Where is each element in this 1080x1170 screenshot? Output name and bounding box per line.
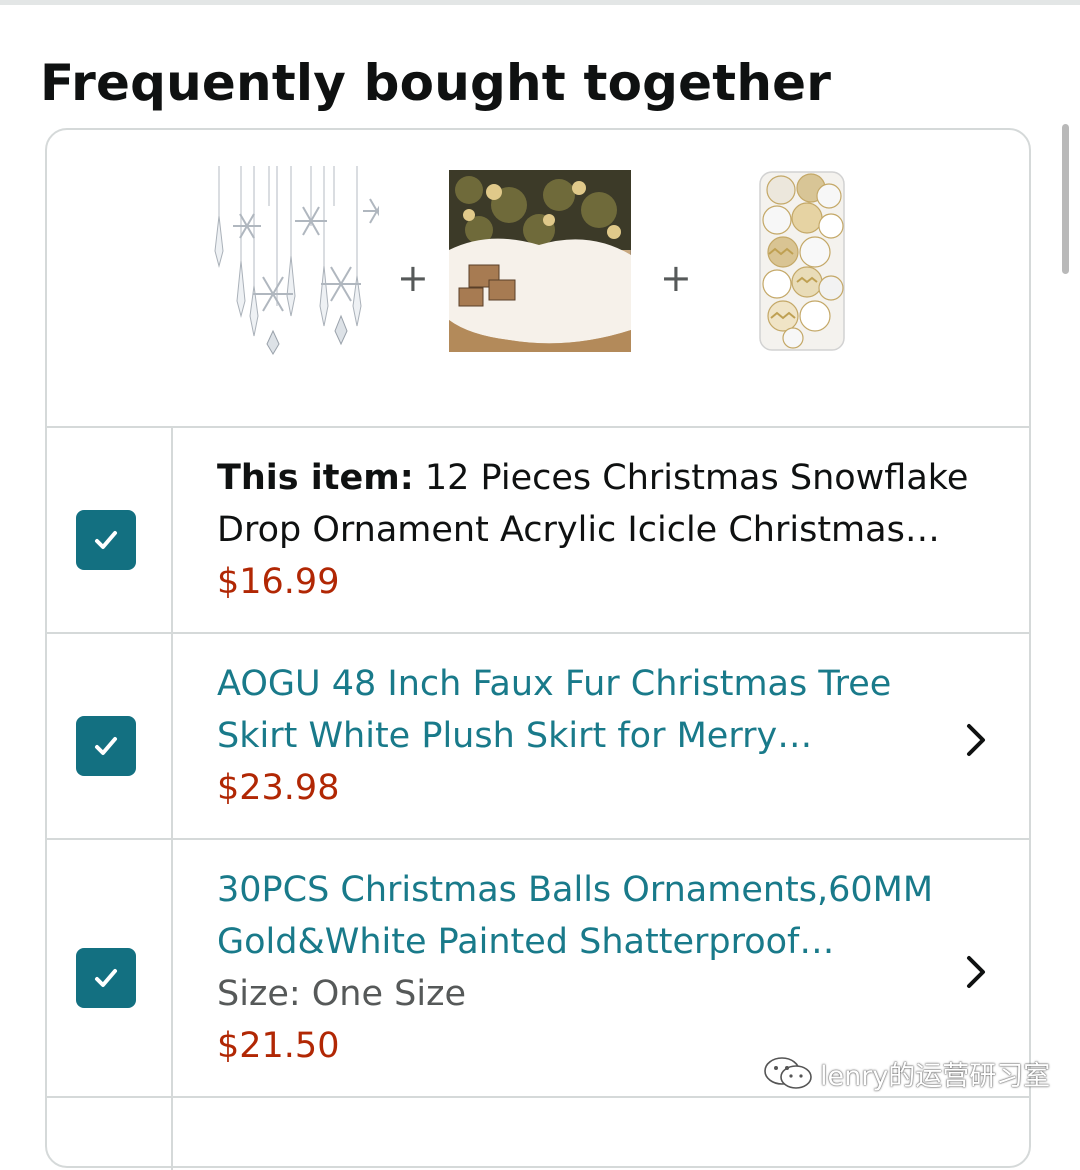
snowflake-icicle-image[interactable] <box>179 166 413 356</box>
item-name-link-line2[interactable]: Skirt White Plush Skirt for Merry… <box>217 710 977 762</box>
item-checkbox[interactable] <box>76 716 136 776</box>
item-name-link-line1[interactable]: 30PCS Christmas Balls Ornaments,60MM <box>217 864 977 916</box>
plus-icon: + <box>660 256 692 300</box>
row-divider <box>47 1096 1029 1098</box>
tree-skirt-image[interactable] <box>448 169 632 353</box>
checkmark-icon <box>95 531 117 549</box>
section-title: Frequently bought together <box>40 54 832 112</box>
bundle-item-row[interactable]: AOGU 48 Inch Faux Fur Christmas Tree Ski… <box>47 634 1029 838</box>
item-name-link-line2[interactable]: Gold&White Painted Shatterproof… <box>217 916 977 968</box>
watermark-text: lenry的运营研习室 <box>820 1060 1051 1092</box>
watermark: lenry的运营研习室 <box>762 1052 1050 1094</box>
scrollbar[interactable] <box>1062 124 1069 274</box>
item-price: $23.98 <box>217 768 340 808</box>
item-details: AOGU 48 Inch Faux Fur Christmas Tree Ski… <box>217 658 977 814</box>
item-size: Size: One Size <box>217 974 466 1014</box>
item-details: This item: 12 Pieces Christmas Snowflake… <box>217 452 977 608</box>
bundle-card: + + This item: 12 Pieces Christmas Snowf… <box>45 128 1031 1170</box>
this-item-label: This item: <box>217 458 414 498</box>
item-name-line1: 12 Pieces Christmas Snowflake <box>413 458 969 498</box>
plus-icon: + <box>397 256 429 300</box>
item-name-line2: Drop Ornament Acrylic Icicle Christmas… <box>217 510 940 550</box>
top-strip <box>0 0 1080 5</box>
bundle-images: + + <box>47 130 1029 426</box>
checkmark-icon <box>95 737 117 755</box>
wechat-icon <box>764 1057 812 1089</box>
chevron-right-icon[interactable] <box>959 720 991 760</box>
item-name-link-line1[interactable]: AOGU 48 Inch Faux Fur Christmas Tree <box>217 658 977 710</box>
ornament-balls-image[interactable] <box>757 170 847 352</box>
chevron-right-icon[interactable] <box>959 952 991 992</box>
checkmark-icon <box>95 969 117 987</box>
item-details: 30PCS Christmas Balls Ornaments,60MM Gol… <box>217 864 977 1072</box>
item-checkbox[interactable] <box>76 510 136 570</box>
bundle-item-row: This item: 12 Pieces Christmas Snowflake… <box>47 428 1029 632</box>
item-price: $16.99 <box>217 562 340 602</box>
item-checkbox[interactable] <box>76 948 136 1008</box>
